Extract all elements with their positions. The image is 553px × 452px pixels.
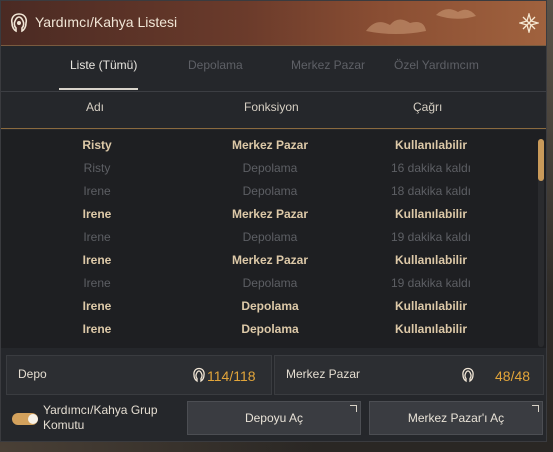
row-name: Irene xyxy=(82,299,112,313)
table-row[interactable]: Risty Merkez Pazar Kullanılabilir xyxy=(1,133,531,156)
row-name: Irene xyxy=(82,207,112,221)
row-call-status: Kullanılabilir xyxy=(394,322,467,336)
helper-list-window: Yardımcı/Kahya Listesi Liste (Tümü) Depo… xyxy=(0,0,547,442)
table-row[interactable]: Irene Depolama 19 dakika kaldı xyxy=(1,225,531,248)
open-storage-label: Depoyu Aç xyxy=(244,411,304,425)
popout-icon xyxy=(350,405,357,412)
row-name: Irene xyxy=(83,184,111,198)
row-name: Irene xyxy=(83,230,111,244)
row-name: Risty xyxy=(82,138,112,152)
title-bar[interactable]: Yardımcı/Kahya Listesi xyxy=(1,1,546,46)
header-divider xyxy=(1,128,546,129)
row-function: Depolama xyxy=(241,299,299,313)
storage-label: Depo xyxy=(18,367,47,381)
row-call-status: 16 dakika kaldı xyxy=(390,161,472,175)
table-row[interactable]: Risty Depolama 16 dakika kaldı xyxy=(1,156,531,179)
row-function: Depolama xyxy=(242,276,298,290)
row-call-status: Kullanılabilir xyxy=(394,207,467,221)
column-header-function: Fonksiyon xyxy=(244,100,299,114)
close-icon xyxy=(519,13,539,33)
market-count: 48/48 xyxy=(495,368,531,384)
row-function: Merkez Pazar xyxy=(231,207,309,221)
tab-my-special-helper[interactable]: Özel Yardımcım xyxy=(394,58,479,72)
capacity-stats: Depo 114/118 Merkez Pazar 48/48 xyxy=(1,355,546,395)
popout-icon xyxy=(532,405,539,412)
row-function: Depolama xyxy=(242,161,298,175)
row-name: Irene xyxy=(82,322,112,336)
row-name: Risty xyxy=(83,161,111,175)
tab-central-market[interactable]: Merkez Pazar xyxy=(291,58,365,72)
tabs-divider xyxy=(1,91,546,92)
row-call-status: 18 dakika kaldı xyxy=(390,184,472,198)
tab-bar: Liste (Tümü) Depolama Merkez Pazar Özel … xyxy=(1,45,546,89)
cloud-decoration xyxy=(366,9,476,34)
tab-storage[interactable]: Depolama xyxy=(188,58,243,72)
table-row[interactable]: Irene Depolama 18 dakika kaldı xyxy=(1,179,531,202)
market-capacity-box: Merkez Pazar 48/48 xyxy=(274,355,544,395)
open-market-button[interactable]: Merkez Pazar'ı Aç xyxy=(369,401,543,435)
market-label: Merkez Pazar xyxy=(286,367,361,381)
bottom-bar: Yardımcı/Kahya Grup Komutu Depoyu Aç Mer… xyxy=(1,401,546,437)
toggle-knob xyxy=(28,414,38,424)
row-call-status: 19 dakika kaldı xyxy=(390,230,472,244)
list-scrollbar[interactable] xyxy=(538,139,544,347)
column-header-name: Adı xyxy=(86,100,105,114)
close-button[interactable] xyxy=(518,12,540,34)
scrollbar-thumb[interactable] xyxy=(538,139,544,181)
helper-list: Risty Merkez Pazar Kullanılabilir Risty … xyxy=(1,130,546,348)
row-call-status: Kullanılabilir xyxy=(394,138,467,152)
open-market-label: Merkez Pazar'ı Aç xyxy=(407,411,505,425)
active-tab-indicator xyxy=(59,88,138,90)
row-function: Merkez Pazar xyxy=(231,253,309,267)
table-row[interactable]: Irene Depolama 19 dakika kaldı xyxy=(1,271,531,294)
row-function: Depolama xyxy=(242,230,298,244)
open-storage-button[interactable]: Depoyu Aç xyxy=(187,401,361,435)
row-function: Depolama xyxy=(242,184,298,198)
tab-list-all[interactable]: Liste (Tümü) xyxy=(70,58,137,72)
helper-head-icon xyxy=(10,13,28,33)
storage-count: 114/118 xyxy=(207,368,256,384)
table-row[interactable]: Irene Merkez Pazar Kullanılabilir xyxy=(1,202,531,225)
row-name: Irene xyxy=(83,276,111,290)
helper-head-icon xyxy=(462,367,474,383)
window-title: Yardımcı/Kahya Listesi xyxy=(35,14,178,30)
column-header-call: Çağrı xyxy=(413,100,443,114)
helper-head-icon xyxy=(193,367,205,383)
row-name: Irene xyxy=(82,253,112,267)
row-call-status: 19 dakika kaldı xyxy=(390,276,472,290)
table-row[interactable]: Irene Merkez Pazar Kullanılabilir xyxy=(1,248,531,271)
storage-capacity-box: Depo 114/118 xyxy=(6,355,272,395)
row-function: Merkez Pazar xyxy=(231,138,309,152)
table-row[interactable]: Irene Depolama Kullanılabilir xyxy=(1,317,531,340)
row-call-status: Kullanılabilir xyxy=(394,253,467,267)
row-call-status: Kullanılabilir xyxy=(394,299,467,313)
table-row[interactable]: Irene Depolama Kullanılabilir xyxy=(1,294,531,317)
group-command-label: Yardımcı/Kahya Grup Komutu xyxy=(43,403,158,432)
group-command-toggle[interactable] xyxy=(12,413,38,425)
row-function: Depolama xyxy=(241,322,299,336)
